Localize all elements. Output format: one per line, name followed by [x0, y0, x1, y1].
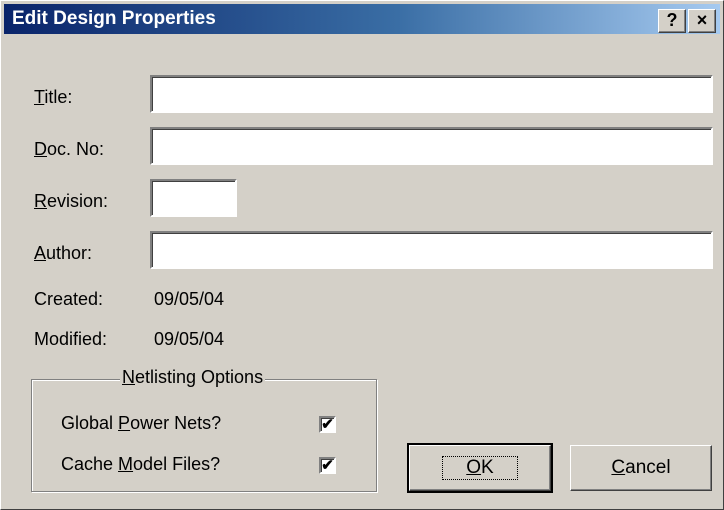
global-power-nets-checkbox[interactable]: ✔ [319, 416, 336, 433]
revision-input[interactable] [150, 179, 237, 217]
created-value: 09/05/04 [154, 289, 225, 309]
ok-button[interactable]: OK [407, 443, 553, 493]
revision-label: Revision: [34, 191, 109, 211]
window-title: Edit Design Properties [12, 8, 216, 29]
author-input[interactable] [150, 231, 713, 269]
netlisting-options-group: Netlisting Options Global Power Nets? ✔ … [31, 367, 377, 492]
doc-no-input[interactable] [150, 127, 713, 165]
global-power-nets-label: Global Power Nets? [61, 413, 222, 433]
title-label: Title: [34, 87, 73, 107]
focus-rect [442, 456, 518, 480]
edit-design-properties-dialog: Edit Design Properties ? × Title: Doc. N… [0, 0, 724, 510]
cancel-button[interactable]: Cancel [570, 445, 712, 491]
netlisting-options-title: Netlisting Options [120, 367, 266, 388]
close-button[interactable]: × [688, 9, 716, 33]
author-label: Author: [34, 243, 93, 263]
modified-value: 09/05/04 [154, 329, 225, 349]
cache-model-files-checkbox[interactable]: ✔ [319, 457, 336, 474]
created-label: Created: [34, 289, 104, 309]
modified-label: Modified: [34, 329, 108, 349]
help-button[interactable]: ? [658, 9, 686, 33]
cache-model-files-label: Cache Model Files? [61, 454, 221, 474]
doc-no-label: Doc. No: [34, 139, 105, 159]
title-bar[interactable]: Edit Design Properties ? × [4, 4, 720, 34]
title-input[interactable] [150, 75, 713, 113]
